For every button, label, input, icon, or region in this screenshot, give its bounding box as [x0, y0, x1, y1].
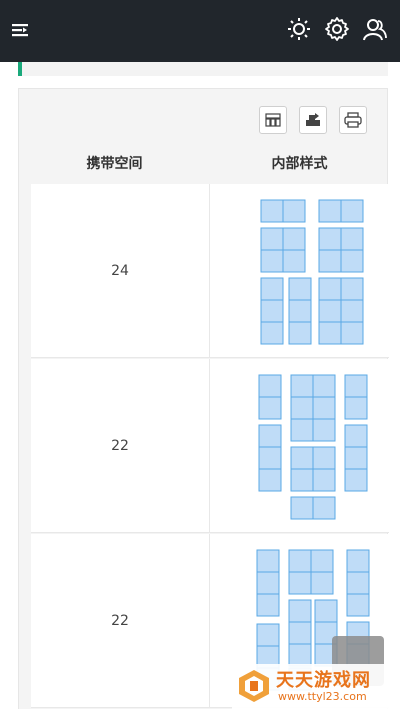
column-header-layout[interactable]: 内部样式 [210, 144, 389, 184]
column-header-capacity[interactable]: 携带空间 [19, 144, 210, 184]
watermark-title: 天天游戏网 [276, 670, 371, 691]
columns-button[interactable] [259, 106, 287, 134]
export-button[interactable] [299, 106, 327, 134]
columns-icon [265, 113, 281, 127]
watermark: 天天游戏网 www.ttyl23.com [232, 664, 400, 709]
capacity-cell: 22 [31, 534, 210, 708]
print-icon [344, 112, 362, 128]
menu-collapse-icon[interactable] [10, 20, 30, 40]
user-icon[interactable] [362, 16, 388, 42]
layout-cell [211, 184, 389, 358]
table-body: 24 22 22 [19, 184, 389, 710]
compartment-layout-diagram [260, 199, 364, 345]
status-strip [18, 62, 388, 76]
layout-cell [211, 359, 389, 533]
gear-icon[interactable] [324, 16, 350, 42]
capacity-cell: 22 [31, 359, 210, 533]
table-toolbar [19, 89, 389, 144]
capacity-cell: 24 [31, 184, 210, 358]
table-row[interactable]: 22 [31, 359, 389, 533]
watermark-logo-icon [239, 670, 269, 702]
data-table-panel: 携带空间 内部样式 24 22 22 [18, 88, 389, 710]
table-header: 携带空间 内部样式 [19, 144, 389, 184]
sun-icon[interactable] [286, 16, 312, 42]
compartment-layout-diagram [258, 374, 368, 520]
top-navbar [0, 0, 400, 62]
print-button[interactable] [339, 106, 367, 134]
watermark-url: www.ttyl23.com [278, 690, 367, 703]
export-icon [306, 113, 320, 126]
table-row[interactable]: 24 [31, 184, 389, 358]
